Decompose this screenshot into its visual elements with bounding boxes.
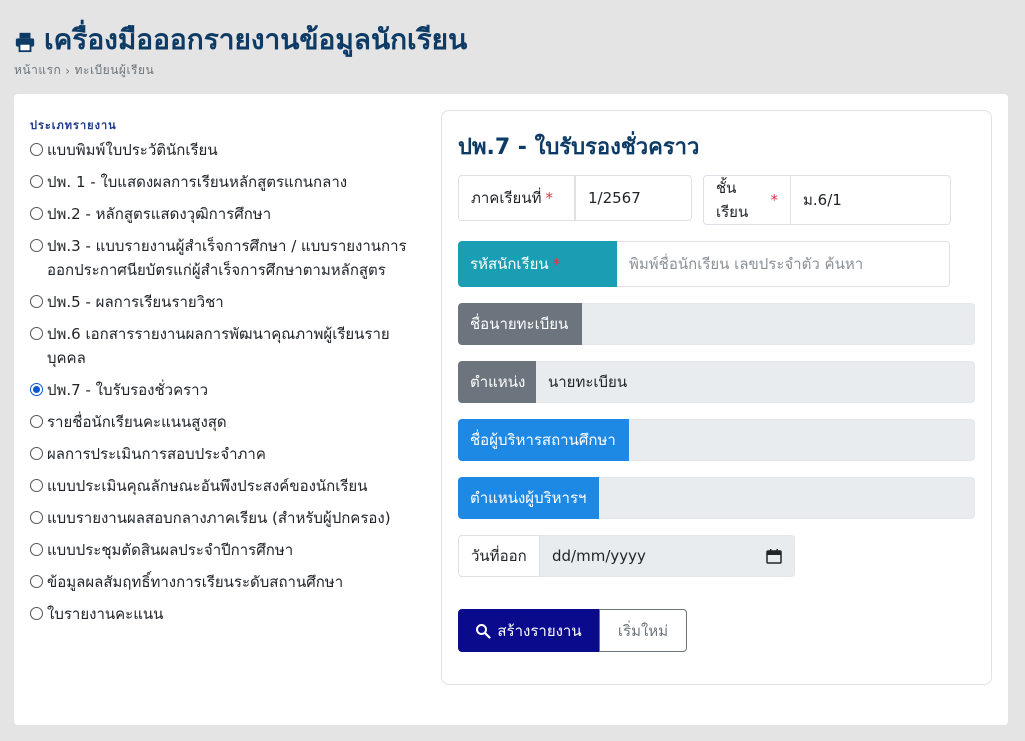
report-type-label: ปพ. 1 - ใบแสดงผลการเรียนหลักสูตรแกนกลาง <box>47 173 348 191</box>
radio-button[interactable] <box>30 207 43 220</box>
issue-date-input[interactable]: dd/mm/yyyy <box>540 535 795 577</box>
report-type-label: แบบประเมินคุณลักษณะอันพึงประสงค์ของนักเร… <box>47 477 368 495</box>
report-type-option[interactable]: ปพ. 1 - ใบแสดงผลการเรียนหลักสูตรแกนกลาง <box>30 170 410 194</box>
chevron-right-icon: › <box>65 63 71 78</box>
semester-label: ภาคเรียนที่ * <box>458 175 575 221</box>
radio-button[interactable] <box>30 383 43 396</box>
page-title: เครื่องมือออกรายงานข้อมูลนักเรียน <box>14 18 467 62</box>
report-type-option[interactable]: ข้อมูลผลสัมฤทธิ์ทางการเรียนระดับสถานศึกษ… <box>30 570 410 594</box>
required-mark: * <box>552 255 561 273</box>
report-type-label: ข้อมูลผลสัมฤทธิ์ทางการเรียนระดับสถานศึกษ… <box>47 573 344 591</box>
report-type-option[interactable]: แบบประชุมตัดสินผลประจำปีการศึกษา <box>30 538 410 562</box>
position-label: ตำแหน่ง <box>458 361 536 403</box>
report-type-option[interactable]: ปพ.7 - ใบรับรองชั่วคราว <box>30 378 410 402</box>
registrar-name-group: ชื่อนายทะเบียน <box>458 303 975 345</box>
report-type-option[interactable]: ปพ.3 - แบบรายงานผู้สำเร็จการศึกษา / แบบร… <box>30 234 410 282</box>
issue-date-label: วันที่ออก <box>458 535 540 577</box>
director-position-label: ตำแหน่งผู้บริหารฯ <box>458 477 599 519</box>
radio-button[interactable] <box>30 415 43 428</box>
student-id-input[interactable]: พิมพ์ชื่อนักเรียน เลขประจำตัว ค้นหา <box>617 241 950 287</box>
radio-button[interactable] <box>30 607 43 620</box>
radio-button[interactable] <box>30 239 43 252</box>
class-select[interactable]: ม.6/1 <box>791 175 951 225</box>
director-name-label: ชื่อผู้บริหารสถานศึกษา <box>458 419 629 461</box>
student-id-label: รหัสนักเรียน * <box>458 241 617 287</box>
report-type-option[interactable]: ใบรายงานคะแนน <box>30 602 410 626</box>
report-type-label: ปพ.6 เอกสารรายงานผลการพัฒนาคุณภาพผู้เรีย… <box>47 325 390 367</box>
report-type-label: แบบรายงานผลสอบกลางภาคเรียน (สำหรับผู้ปกค… <box>47 509 391 527</box>
radio-button[interactable] <box>30 295 43 308</box>
radio-button[interactable] <box>30 543 43 556</box>
radio-button[interactable] <box>30 447 43 460</box>
calendar-icon[interactable] <box>766 548 782 564</box>
required-mark: * <box>545 189 553 207</box>
breadcrumb: หน้าแรก › ทะเบียนผู้เรียน <box>14 61 154 80</box>
report-type-option[interactable]: แบบประเมินคุณลักษณะอันพึงประสงค์ของนักเร… <box>30 474 410 498</box>
report-type-label: ปพ.3 - แบบรายงานผู้สำเร็จการศึกษา / แบบร… <box>47 237 407 279</box>
report-type-label: ปพ.2 - หลักสูตรแสดงวุฒิการศึกษา <box>47 205 272 223</box>
class-label-text: ชั้นเรียน <box>716 179 749 221</box>
generate-report-button[interactable]: สร้างรายงาน <box>458 609 599 652</box>
student-id-placeholder: พิมพ์ชื่อนักเรียน เลขประจำตัว ค้นหา <box>629 255 864 273</box>
director-position-input[interactable] <box>599 477 975 519</box>
report-type-list: ประเภทรายงาน แบบพิมพ์ใบประวัตินักเรียนปพ… <box>30 116 410 634</box>
semester-select[interactable]: 1/2567 <box>575 175 692 221</box>
radio-button[interactable] <box>30 511 43 524</box>
report-type-section-label: ประเภทรายงาน <box>30 119 117 132</box>
required-mark: * <box>770 191 779 209</box>
student-id-group: รหัสนักเรียน * พิมพ์ชื่อนักเรียน เลขประจ… <box>458 241 950 287</box>
semester-label-text: ภาคเรียนที่ <box>471 189 542 207</box>
report-type-option[interactable]: ปพ.5 - ผลการเรียนรายวิชา <box>30 290 410 314</box>
report-type-label: ใบรายงานคะแนน <box>47 605 164 623</box>
issue-date-value: dd/mm/yyyy <box>552 547 646 565</box>
page-title-text: เครื่องมือออกรายงานข้อมูลนักเรียน <box>44 23 468 56</box>
director-name-input[interactable] <box>629 419 975 461</box>
director-position-group: ตำแหน่งผู้บริหารฯ <box>458 477 975 519</box>
report-type-option[interactable]: รายชื่อนักเรียนคะแนนสูงสุด <box>30 410 410 434</box>
registrar-name-label: ชื่อนายทะเบียน <box>458 303 582 345</box>
radio-button[interactable] <box>30 143 43 156</box>
report-type-label: รายชื่อนักเรียนคะแนนสูงสุด <box>47 413 227 431</box>
radio-button[interactable] <box>30 575 43 588</box>
report-type-option[interactable]: ผลการประเมินการสอบประจำภาค <box>30 442 410 466</box>
radio-button[interactable] <box>30 479 43 492</box>
generate-report-label: สร้างรายงาน <box>497 621 582 640</box>
issue-date-group: วันที่ออก dd/mm/yyyy <box>458 535 795 577</box>
class-label: ชั้นเรียน * <box>703 175 791 225</box>
registrar-name-input[interactable] <box>582 303 975 345</box>
report-type-label: ปพ.5 - ผลการเรียนรายวิชา <box>47 293 224 311</box>
report-type-label: ปพ.7 - ใบรับรองชั่วคราว <box>47 381 209 399</box>
semester-group: ภาคเรียนที่ * 1/2567 <box>458 175 692 221</box>
breadcrumb-home[interactable]: หน้าแรก <box>14 61 61 80</box>
class-group: ชั้นเรียน * ม.6/1 <box>703 175 951 225</box>
search-icon <box>476 623 491 639</box>
radio-button[interactable] <box>30 327 43 340</box>
report-type-label: แบบประชุมตัดสินผลประจำปีการศึกษา <box>47 541 294 559</box>
student-id-label-text: รหัสนักเรียน <box>470 255 549 273</box>
report-type-label: แบบพิมพ์ใบประวัตินักเรียน <box>47 141 218 159</box>
report-form-panel: ปพ.7 - ใบรับรองชั่วคราว ภาคเรียนที่ * 1/… <box>441 110 992 685</box>
position-input[interactable]: นายทะเบียน <box>536 361 975 403</box>
printer-icon <box>15 32 35 53</box>
report-type-option[interactable]: ปพ.2 - หลักสูตรแสดงวุฒิการศึกษา <box>30 202 410 226</box>
main-card: ประเภทรายงาน แบบพิมพ์ใบประวัตินักเรียนปพ… <box>14 94 1008 725</box>
report-type-option[interactable]: แบบพิมพ์ใบประวัตินักเรียน <box>30 138 410 162</box>
radio-button[interactable] <box>30 175 43 188</box>
director-name-group: ชื่อผู้บริหารสถานศึกษา <box>458 419 975 461</box>
position-group: ตำแหน่ง นายทะเบียน <box>458 361 975 403</box>
report-type-option[interactable]: แบบรายงานผลสอบกลางภาคเรียน (สำหรับผู้ปกค… <box>30 506 410 530</box>
report-type-option[interactable]: ปพ.6 เอกสารรายงานผลการพัฒนาคุณภาพผู้เรีย… <box>30 322 410 370</box>
breadcrumb-current: ทะเบียนผู้เรียน <box>74 63 155 77</box>
report-type-label: ผลการประเมินการสอบประจำภาค <box>47 445 266 463</box>
reset-button[interactable]: เริ่มใหม่ <box>599 609 687 652</box>
form-title: ปพ.7 - ใบรับรองชั่วคราว <box>458 135 700 160</box>
